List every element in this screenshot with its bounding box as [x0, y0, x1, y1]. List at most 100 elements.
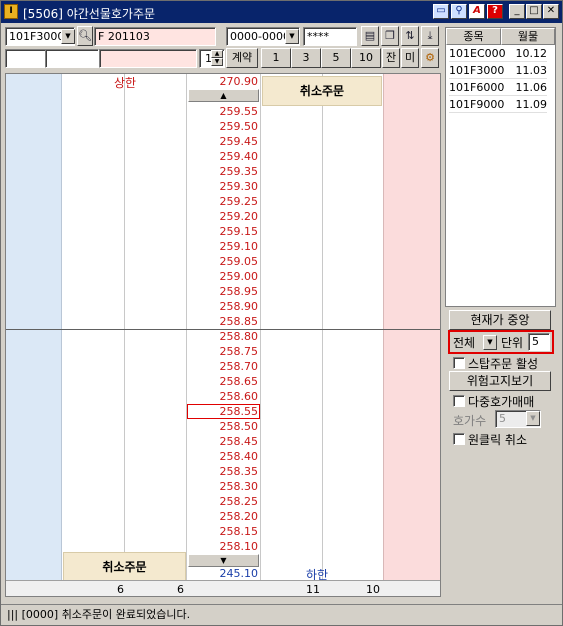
link-window-icon[interactable]: ▭: [433, 4, 449, 19]
qty-preset-1[interactable]: 1: [261, 48, 291, 68]
scope-select-value[interactable]: 전체: [453, 334, 475, 351]
scope-dropdown-icon[interactable]: ▼: [483, 335, 497, 350]
price-level[interactable]: 258.65: [187, 374, 260, 389]
qty-preset-5[interactable]: 5: [321, 48, 351, 68]
code-name-field: F 201103: [94, 27, 216, 46]
qty-down-icon[interactable]: ▼: [211, 58, 223, 66]
order-field-2[interactable]: [45, 49, 99, 68]
price-level[interactable]: 258.25: [187, 494, 260, 509]
totals-row: 6 6 11 10: [6, 580, 440, 596]
title-bar: I [5506] 야간선물호가주문 ▭ ⚲ A ? _ □ ✕: [1, 1, 562, 23]
copy-icon[interactable]: ❐: [381, 26, 399, 46]
order-book-grid: 상한 270.90 ▲ 취소주문 259.55 259.50 259.45 259.4…: [5, 73, 441, 597]
sell-count-total: 6: [117, 583, 124, 596]
contract-month-cell[interactable]: 11.06: [501, 79, 547, 96]
qty-up-icon[interactable]: ▲: [211, 50, 223, 58]
price-level[interactable]: 258.15: [187, 524, 260, 539]
password-input[interactable]: ****: [303, 27, 357, 46]
search-icon[interactable]: 🔍︎: [77, 26, 93, 46]
contract-month-table: 종목 월물 101EC000 10.12 101F3000 11.03 101F6000…: [445, 27, 556, 307]
contract-month-cell[interactable]: 11.09: [501, 96, 547, 113]
price-level[interactable]: 258.10: [187, 539, 260, 554]
mi-button[interactable]: 미: [401, 48, 419, 68]
center-current-price-button[interactable]: 현재가 중앙: [449, 310, 551, 330]
grid-divider: [124, 74, 125, 580]
price-level[interactable]: 259.00: [187, 269, 260, 284]
contract-code-cell[interactable]: 101F9000: [449, 96, 504, 113]
price-level[interactable]: 259.50: [187, 119, 260, 134]
stop-order-label: 스탑주문 활성: [468, 357, 539, 371]
transfer-icon[interactable]: ⇅: [401, 26, 419, 46]
price-level[interactable]: 259.10: [187, 239, 260, 254]
quote-count-label: 호가수: [453, 414, 487, 428]
font-size-icon[interactable]: A: [469, 4, 485, 19]
price-level[interactable]: 258.45: [187, 434, 260, 449]
price-level[interactable]: 258.20: [187, 509, 260, 524]
price-level[interactable]: 259.20: [187, 209, 260, 224]
save-icon[interactable]: ⤓: [421, 26, 439, 46]
minimize-icon[interactable]: _: [509, 4, 525, 19]
one-click-cancel-checkbox[interactable]: [453, 433, 465, 445]
buy-order-column[interactable]: [383, 74, 440, 580]
order-field-3: [99, 49, 197, 68]
qty-preset-3[interactable]: 3: [291, 48, 321, 68]
multi-quote-checkbox[interactable]: [453, 395, 465, 407]
lower-limit-price: 245.10: [219, 567, 259, 580]
price-level[interactable]: 258.35: [187, 464, 260, 479]
sell-order-column[interactable]: [6, 74, 62, 580]
unit-input[interactable]: 5: [528, 333, 550, 351]
header-month[interactable]: 월물: [501, 28, 555, 45]
help-icon[interactable]: ?: [487, 4, 503, 19]
contract-month-cell[interactable]: 11.03: [501, 62, 547, 79]
grid-divider: [322, 74, 323, 580]
buy-count-total: 11: [306, 583, 320, 596]
code-dropdown-icon[interactable]: ▼: [61, 29, 75, 44]
buy-qty-total: 10: [366, 583, 380, 596]
contract-code-cell[interactable]: 101F6000: [449, 79, 504, 96]
price-level[interactable]: 259.05: [187, 254, 260, 269]
price-level[interactable]: 258.60: [187, 389, 260, 404]
price-level[interactable]: 259.25: [187, 194, 260, 209]
price-level[interactable]: 258.85: [187, 314, 260, 329]
price-level[interactable]: 258.75: [187, 344, 260, 359]
settings-gear-icon[interactable]: ⚙: [421, 48, 439, 68]
stop-order-checkbox[interactable]: [453, 357, 465, 369]
quote-count-dropdown-icon[interactable]: ▼: [526, 411, 540, 426]
scroll-up-icon[interactable]: ▲: [188, 89, 259, 102]
close-icon[interactable]: ✕: [543, 4, 559, 19]
price-level[interactable]: 259.55: [187, 104, 260, 119]
contract-code-cell[interactable]: 101F3000: [449, 62, 504, 79]
header-code[interactable]: 종목: [446, 28, 501, 45]
order-field-1[interactable]: [5, 49, 45, 68]
cancel-order-header-sell[interactable]: 취소주문: [262, 76, 382, 106]
unit-label: 단위: [501, 336, 524, 350]
one-click-cancel-label: 원클릭 취소: [468, 433, 528, 447]
status-bar: ||| [0000] 취소주문이 완료되었습니다.: [1, 604, 562, 625]
price-level[interactable]: 258.50: [187, 419, 260, 434]
risk-notice-button[interactable]: 위험고지보기: [449, 371, 551, 391]
pin-icon[interactable]: ⚲: [451, 4, 467, 19]
price-level[interactable]: 258.80: [187, 329, 260, 344]
price-level[interactable]: 258.70: [187, 359, 260, 374]
price-level[interactable]: 259.15: [187, 224, 260, 239]
qty-preset-10[interactable]: 10: [351, 48, 381, 68]
document-icon[interactable]: ▤: [361, 26, 379, 46]
current-price-level[interactable]: 258.55: [187, 404, 260, 419]
price-level[interactable]: 259.40: [187, 149, 260, 164]
upper-limit-label: 상한: [114, 76, 137, 90]
price-level[interactable]: 258.95: [187, 284, 260, 299]
price-level[interactable]: 258.90: [187, 299, 260, 314]
price-level[interactable]: 258.40: [187, 449, 260, 464]
price-level[interactable]: 259.35: [187, 164, 260, 179]
price-level[interactable]: 259.45: [187, 134, 260, 149]
maximize-icon[interactable]: □: [526, 4, 542, 19]
multi-quote-label: 다중호가매매: [468, 395, 535, 409]
contract-month-cell[interactable]: 10.12: [501, 45, 547, 62]
price-level[interactable]: 259.30: [187, 179, 260, 194]
price-level[interactable]: 258.30: [187, 479, 260, 494]
account-dropdown-icon[interactable]: ▼: [285, 29, 299, 44]
contract-code-cell[interactable]: 101EC000: [449, 45, 506, 62]
sell-qty-total: 6: [177, 583, 184, 596]
jan-button[interactable]: 잔: [382, 48, 400, 68]
cancel-order-header-buy[interactable]: 취소주문: [63, 552, 186, 582]
